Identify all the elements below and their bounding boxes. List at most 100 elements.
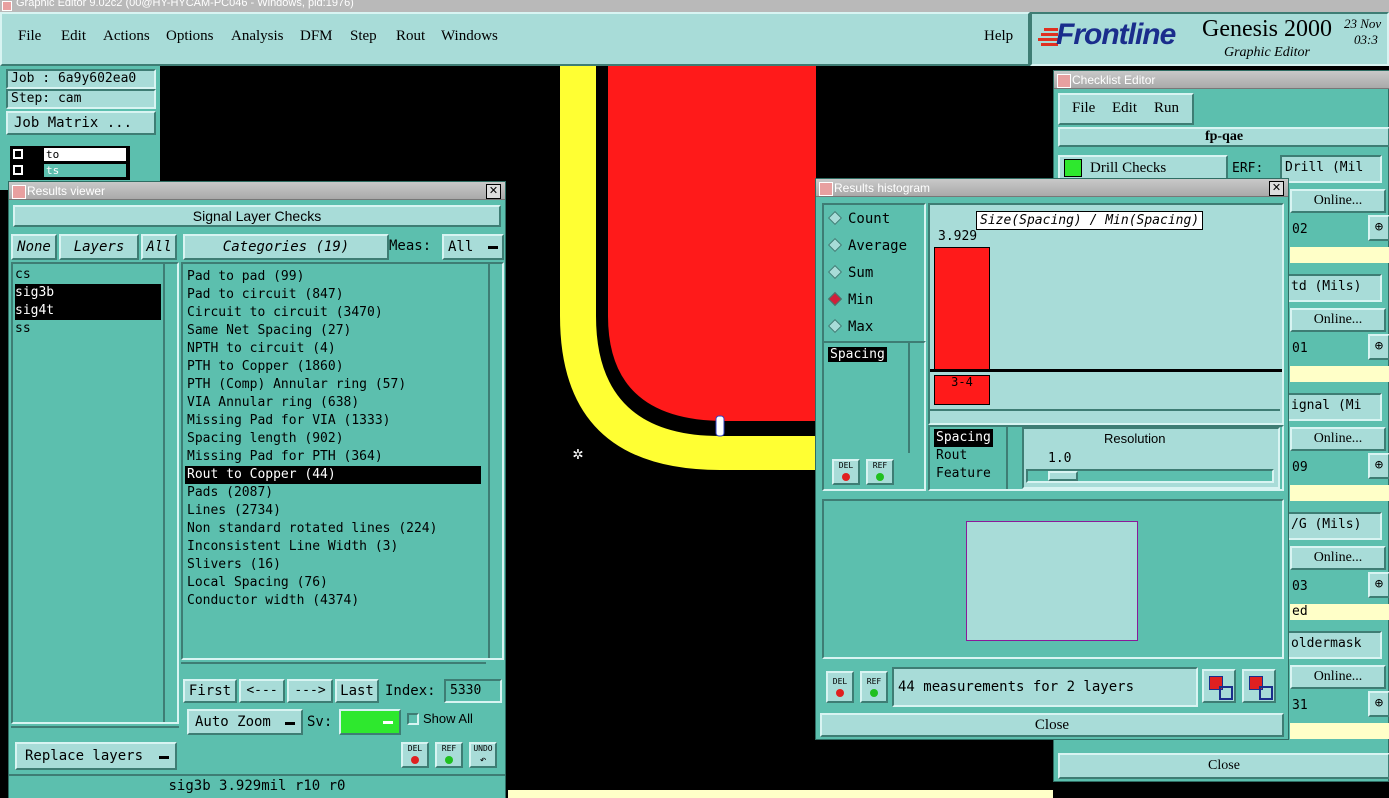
histogram-chart[interactable]: Size(Spacing) / Min(Spacing) 3.929 3-4 [928, 203, 1284, 425]
layer-item[interactable]: sig3b [15, 284, 161, 302]
menu-options[interactable]: Options [166, 28, 214, 45]
menu-actions[interactable]: Actions [103, 28, 150, 45]
checklist-menu-edit[interactable]: Edit [1112, 100, 1137, 117]
prev-button[interactable]: <--- [239, 679, 285, 703]
first-button[interactable]: First [183, 679, 237, 703]
zoom-icon[interactable]: ⊕ [1368, 572, 1389, 598]
measure-scrollbar[interactable] [908, 343, 922, 453]
sv-color-dropdown[interactable] [339, 709, 401, 735]
section-header[interactable]: Signal Layer Checks [13, 205, 501, 227]
pcb-canvas[interactable] [560, 66, 816, 470]
attribute-item[interactable]: Feature [934, 465, 993, 483]
undo-button[interactable]: UNDO ↶ [469, 742, 497, 768]
mode-radio-max[interactable]: Max [827, 318, 873, 335]
mode-radio-sum[interactable]: Sum [827, 264, 873, 281]
erf-field[interactable]: Drill (Mil [1280, 155, 1382, 183]
layer-checkbox[interactable] [13, 165, 23, 175]
categories-hscrollbar[interactable] [181, 662, 486, 674]
category-item[interactable]: Non standard rotated lines (224) [185, 520, 481, 538]
category-item[interactable]: Lines (2734) [185, 502, 481, 520]
category-item[interactable]: Rout to Copper (44) [185, 466, 481, 484]
category-item[interactable]: VIA Annular ring (638) [185, 394, 481, 412]
online-button[interactable]: Online... [1290, 546, 1386, 570]
ref-button[interactable]: REF [866, 459, 894, 485]
categories-button[interactable]: Categories (19) [183, 234, 389, 260]
online-button[interactable]: Online... [1290, 427, 1386, 451]
checklist-close-button[interactable]: Close [1058, 753, 1389, 779]
layer-row-to[interactable]: to [44, 148, 126, 161]
auto-zoom-dropdown[interactable]: Auto Zoom [187, 709, 303, 735]
last-button[interactable]: Last [335, 679, 379, 703]
layer-list-hscrollbar[interactable] [11, 726, 179, 740]
layer-list-scrollbar[interactable] [163, 264, 177, 722]
del-button[interactable]: DEL [832, 459, 860, 485]
slider-handle[interactable] [1048, 471, 1078, 481]
menu-edit[interactable]: Edit [61, 28, 86, 45]
category-item[interactable]: Local Spacing (76) [185, 574, 481, 592]
show-all-checkbox[interactable] [407, 713, 419, 725]
resolution-slider[interactable] [1026, 469, 1274, 483]
erf-field[interactable]: ignal (Mi [1286, 393, 1382, 421]
category-item[interactable]: PTH (Comp) Annular ring (57) [185, 376, 481, 394]
replace-layers-dropdown[interactable]: Replace layers [15, 742, 177, 770]
layer-list[interactable]: cs sig3b sig4t ss [11, 262, 179, 724]
category-item[interactable]: Pad to circuit (847) [185, 286, 481, 304]
erf-field[interactable]: /G (Mils) [1286, 512, 1382, 540]
next-button[interactable]: ---> [287, 679, 333, 703]
import-icon[interactable] [1242, 669, 1276, 703]
layers-button[interactable]: Layers [59, 234, 139, 260]
online-button[interactable]: Online... [1290, 308, 1386, 332]
menu-analysis[interactable]: Analysis [231, 28, 284, 45]
attribute-item[interactable]: Rout [934, 447, 993, 465]
menu-help[interactable]: Help [984, 28, 1013, 45]
menu-rout[interactable]: Rout [396, 28, 425, 45]
attribute-item[interactable]: Spacing [934, 429, 993, 447]
category-item[interactable]: Missing Pad for VIA (1333) [185, 412, 481, 430]
index-input[interactable]: 5330 [444, 679, 502, 703]
preview-panel[interactable] [822, 499, 1284, 659]
erf-field[interactable]: td (Mils) [1286, 274, 1382, 302]
layer-item[interactable]: sig4t [15, 302, 161, 320]
category-item[interactable]: Conductor width (4374) [185, 592, 481, 610]
layer-checkbox[interactable] [13, 149, 23, 159]
category-item[interactable]: Circuit to circuit (3470) [185, 304, 481, 322]
mode-radio-count[interactable]: Count [827, 210, 890, 227]
category-item[interactable]: PTH to Copper (1860) [185, 358, 481, 376]
ref-button[interactable]: REF [860, 671, 888, 703]
zoom-icon[interactable]: ⊕ [1368, 691, 1389, 717]
category-item[interactable]: NPTH to circuit (4) [185, 340, 481, 358]
export-icon[interactable] [1202, 669, 1236, 703]
checklist-menu-file[interactable]: File [1072, 100, 1095, 117]
category-item[interactable]: Missing Pad for PTH (364) [185, 448, 481, 466]
histogram-close-button[interactable]: Close [820, 713, 1284, 737]
category-item[interactable]: Inconsistent Line Width (3) [185, 538, 481, 556]
erf-field[interactable]: oldermask [1286, 631, 1382, 659]
mode-radio-min[interactable]: Min [827, 291, 873, 308]
zoom-icon[interactable]: ⊕ [1368, 215, 1389, 241]
layer-row-ts[interactable]: ts [44, 164, 126, 177]
job-matrix-button[interactable]: Job Matrix ... [6, 111, 156, 135]
attr-scrollbar[interactable] [1006, 427, 1020, 489]
categories-scrollbar[interactable] [488, 264, 502, 658]
category-item[interactable]: Slivers (16) [185, 556, 481, 574]
menu-file[interactable]: File [18, 28, 41, 45]
online-button[interactable]: Online... [1290, 189, 1386, 213]
menu-step[interactable]: Step [350, 28, 377, 45]
zoom-icon[interactable]: ⊕ [1368, 334, 1389, 360]
menu-windows[interactable]: Windows [441, 28, 498, 45]
ref-button[interactable]: REF [435, 742, 463, 768]
close-icon[interactable]: ✕ [486, 184, 501, 199]
del-button[interactable]: DEL [826, 671, 854, 703]
meas-dropdown[interactable]: All [442, 234, 504, 260]
checklist-menu-run[interactable]: Run [1154, 100, 1179, 117]
mode-radio-average[interactable]: Average [827, 237, 907, 254]
close-icon[interactable]: ✕ [1269, 181, 1284, 196]
layer-item[interactable]: cs [15, 266, 161, 284]
histogram-bar[interactable] [934, 247, 990, 371]
layer-item[interactable]: ss [15, 320, 161, 338]
category-item[interactable]: Pad to pad (99) [185, 268, 481, 286]
online-button[interactable]: Online... [1290, 665, 1386, 689]
category-item[interactable]: Pads (2087) [185, 484, 481, 502]
categories-list[interactable]: Pad to pad (99) Pad to circuit (847) Circu… [181, 262, 504, 660]
del-button[interactable]: DEL [401, 742, 429, 768]
